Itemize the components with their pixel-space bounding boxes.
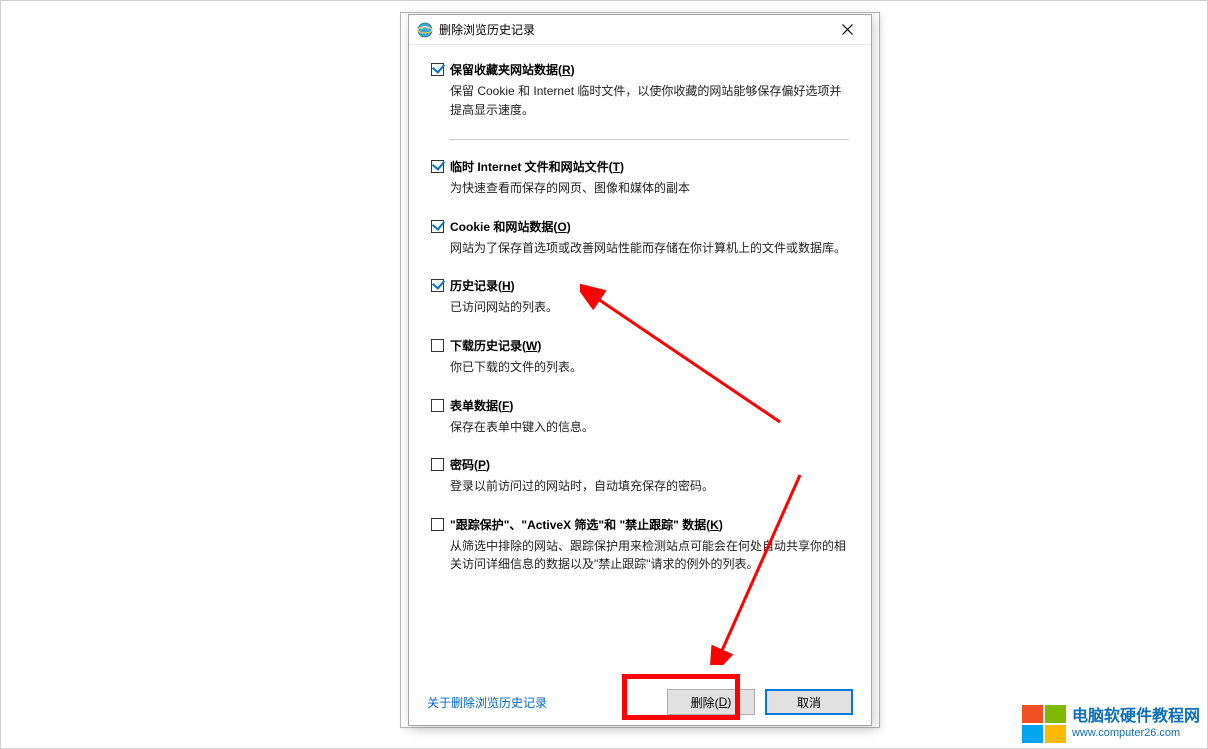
watermark: 电脑软硬件教程网 www.computer26.com — [1022, 705, 1200, 743]
option-desc: 保存在表单中键入的信息。 — [450, 418, 849, 437]
about-delete-history-link[interactable]: 关于删除浏览历史记录 — [427, 694, 547, 711]
option-label: 历史记录(H) — [450, 277, 515, 294]
dialog-title: 删除浏览历史记录 — [439, 21, 827, 38]
close-button[interactable] — [827, 16, 867, 44]
watermark-title: 电脑软硬件教程网 — [1072, 708, 1200, 726]
dialog-content: 保留收藏夹网站数据(R) 保留 Cookie 和 Internet 临时文件，以… — [409, 45, 871, 679]
checkbox-form-data[interactable] — [431, 399, 444, 412]
option-label: Cookie 和网站数据(O) — [450, 218, 571, 235]
option-label: "跟踪保护"、"ActiveX 筛选"和 "禁止跟踪" 数据(K) — [450, 516, 723, 533]
checkbox-download-history[interactable] — [431, 339, 444, 352]
watermark-text: 电脑软硬件教程网 www.computer26.com — [1072, 708, 1200, 739]
option-label: 表单数据(F) — [450, 397, 513, 414]
option-preserve-favorites: 保留收藏夹网站数据(R) 保留 Cookie 和 Internet 临时文件，以… — [431, 61, 849, 119]
option-form-data: 表单数据(F) 保存在表单中键入的信息。 — [431, 397, 849, 437]
dialog-footer: 关于删除浏览历史记录 删除(D) 取消 — [409, 679, 871, 725]
checkbox-history[interactable] — [431, 279, 444, 292]
option-desc: 登录以前访问过的网站时，自动填充保存的密码。 — [450, 477, 849, 496]
ie-options-icon — [417, 22, 433, 38]
divider — [449, 139, 849, 140]
option-desc: 已访问网站的列表。 — [450, 298, 849, 317]
watermark-logo-icon — [1022, 705, 1066, 743]
cancel-button[interactable]: 取消 — [765, 689, 853, 715]
option-desc: 网站为了保存首选项或改善网站性能而存储在你计算机上的文件或数据库。 — [450, 239, 849, 258]
checkbox-temp-internet-files[interactable] — [431, 160, 444, 173]
option-label: 下载历史记录(W) — [450, 337, 541, 354]
option-desc: 从筛选中排除的网站、跟踪保护用来检测站点可能会在何处自动共享你的相关访问详细信息… — [450, 537, 849, 574]
option-label: 临时 Internet 文件和网站文件(T) — [450, 158, 624, 175]
option-label: 保留收藏夹网站数据(R) — [450, 61, 575, 78]
checkbox-cookies[interactable] — [431, 220, 444, 233]
watermark-url: www.computer26.com — [1072, 727, 1200, 740]
option-cookies: Cookie 和网站数据(O) 网站为了保存首选项或改善网站性能而存储在你计算机… — [431, 218, 849, 258]
option-label: 密码(P) — [450, 456, 490, 473]
checkbox-preserve-favorites[interactable] — [431, 63, 444, 76]
dialog-titlebar: 删除浏览历史记录 — [409, 15, 871, 45]
checkbox-passwords[interactable] — [431, 458, 444, 471]
option-history: 历史记录(H) 已访问网站的列表。 — [431, 277, 849, 317]
option-desc: 为快速查看而保存的网页、图像和媒体的副本 — [450, 179, 849, 198]
option-passwords: 密码(P) 登录以前访问过的网站时，自动填充保存的密码。 — [431, 456, 849, 496]
option-desc: 你已下载的文件的列表。 — [450, 358, 849, 377]
option-temp-internet-files: 临时 Internet 文件和网站文件(T) 为快速查看而保存的网页、图像和媒体… — [431, 158, 849, 198]
delete-browsing-history-dialog: 删除浏览历史记录 保留收藏夹网站数据(R) 保留 Cookie 和 Intern… — [408, 14, 872, 726]
checkbox-tracking-protection[interactable] — [431, 518, 444, 531]
option-tracking-protection: "跟踪保护"、"ActiveX 筛选"和 "禁止跟踪" 数据(K) 从筛选中排除… — [431, 516, 849, 574]
close-icon — [842, 24, 853, 35]
option-desc: 保留 Cookie 和 Internet 临时文件，以使你收藏的网站能够保存偏好… — [450, 82, 849, 119]
delete-button[interactable]: 删除(D) — [667, 689, 755, 715]
option-download-history: 下载历史记录(W) 你已下载的文件的列表。 — [431, 337, 849, 377]
